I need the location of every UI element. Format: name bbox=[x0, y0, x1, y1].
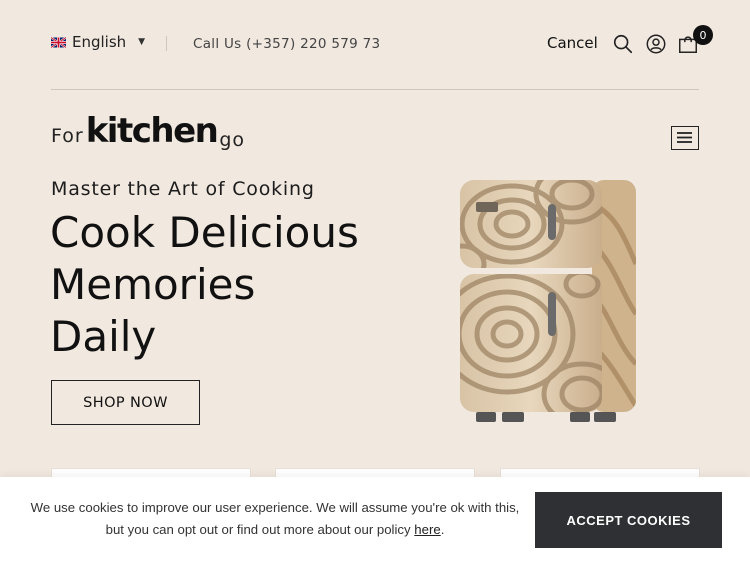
language-label: English bbox=[72, 33, 127, 51]
uk-flag-icon bbox=[51, 36, 66, 48]
cookie-text: We use cookies to improve our user exper… bbox=[30, 500, 520, 537]
logo-kitchen: kitchen bbox=[85, 111, 219, 151]
logo-go: go bbox=[219, 129, 246, 151]
cookie-message: We use cookies to improve our user exper… bbox=[30, 497, 520, 541]
shop-now-button[interactable]: SHOP NOW bbox=[51, 380, 200, 425]
cookie-text-end: . bbox=[440, 522, 445, 537]
fridge-product-image bbox=[460, 180, 636, 422]
logo-for: For bbox=[51, 125, 84, 147]
hamburger-menu-button[interactable] bbox=[671, 126, 699, 150]
language-selector[interactable]: English ▼ bbox=[51, 33, 145, 51]
headline-line: Memories bbox=[50, 260, 256, 309]
search-icon[interactable] bbox=[612, 33, 634, 55]
hero-eyebrow: Master the Art of Cooking bbox=[51, 178, 315, 200]
cookie-banner: We use cookies to improve our user exper… bbox=[0, 477, 750, 563]
hero-headline: Cook Delicious Memories Daily bbox=[50, 207, 410, 363]
user-icon[interactable] bbox=[645, 33, 667, 55]
site-logo[interactable]: For kitchen go bbox=[51, 110, 246, 151]
chevron-down-icon: ▼ bbox=[138, 37, 146, 47]
headline-line: Cook Delicious bbox=[50, 208, 359, 257]
cancel-button[interactable]: Cancel bbox=[547, 34, 598, 52]
phone-contact: Call Us (+357) 220 579 73 bbox=[193, 36, 381, 52]
header-divider bbox=[51, 89, 699, 90]
divider bbox=[166, 36, 167, 51]
headline-line: Daily bbox=[50, 312, 157, 361]
accept-cookies-button[interactable]: ACCEPT COOKIES bbox=[535, 492, 722, 548]
hamburger-menu-icon bbox=[677, 132, 692, 143]
top-bar: English ▼ Call Us (+357) 220 579 73 Canc… bbox=[0, 0, 750, 89]
cart-count-badge: 0 bbox=[693, 25, 713, 45]
cookie-policy-link[interactable]: here bbox=[414, 522, 440, 537]
